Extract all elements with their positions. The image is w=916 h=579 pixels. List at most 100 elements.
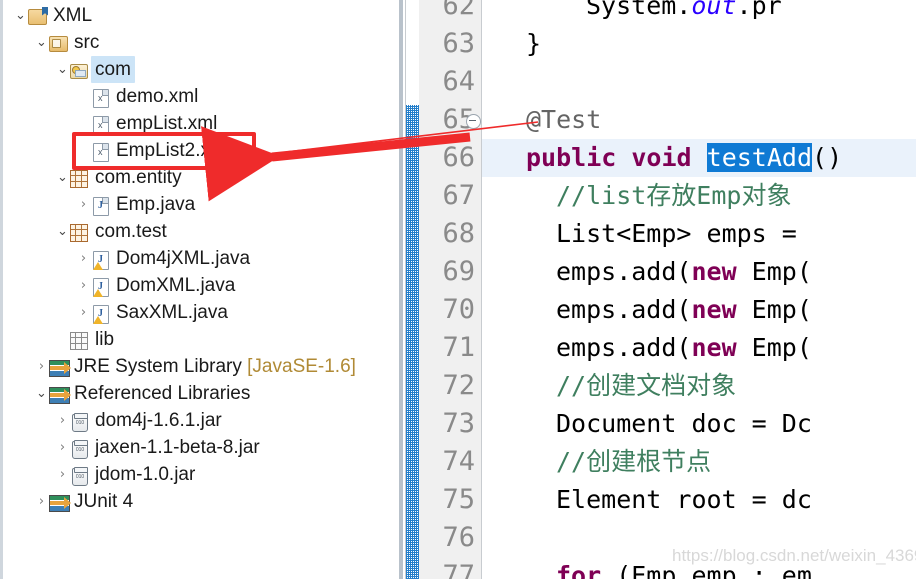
tree-item-emplist-xml[interactable]: empList.xml — [3, 110, 398, 137]
chevron-right-icon[interactable]: › — [76, 279, 91, 292]
chevron-right-icon[interactable]: › — [55, 414, 70, 427]
line-number: 71 — [442, 332, 475, 363]
code-line[interactable]: List<Emp> emps = — [556, 215, 812, 253]
tree-item-jaxen-1-1-beta-8-jar[interactable]: › jaxen-1.1-beta-8.jar — [3, 434, 398, 461]
code-line[interactable]: //list存放Emp对象 — [556, 177, 791, 215]
package-icon — [70, 60, 90, 80]
code-line[interactable]: //创建根节点 — [556, 443, 711, 481]
chevron-down-icon[interactable]: ⌄ — [55, 225, 70, 238]
xml-file-icon-glyph — [93, 115, 109, 135]
tree-item-jre-system-library-[interactable]: › JRE System Library [JavaSE-1.6] — [3, 353, 398, 380]
tree-item-domxml-java[interactable]: › DomXML.java — [3, 272, 398, 299]
tree-item-lib[interactable]: lib — [3, 326, 398, 353]
tree-item-junit-4[interactable]: › JUnit 4 — [3, 488, 398, 515]
tree-item-referenced-libraries[interactable]: ⌄ Referenced Libraries — [3, 380, 398, 407]
chevron-right-icon[interactable]: › — [76, 306, 91, 319]
code-token-plain: System. — [586, 0, 692, 20]
occurrence-marker-bar[interactable] — [406, 0, 419, 579]
java-file-icon-glyph — [93, 196, 109, 216]
tree-item-dom4j-1-6-1-jar[interactable]: › dom4j-1.6.1.jar — [3, 407, 398, 434]
line-number: 73 — [442, 408, 475, 439]
code-token-comment: //list存放Emp对象 — [556, 181, 792, 210]
code-line[interactable]: System.out.pr — [586, 0, 782, 25]
tree-item-emp-java[interactable]: › Emp.java — [3, 191, 398, 218]
package-grid-gray-icon-glyph — [70, 331, 88, 350]
tree-item-dom4jxml-java[interactable]: › Dom4jXML.java — [3, 245, 398, 272]
chevron-right-icon[interactable]: › — [34, 495, 49, 508]
java-project-icon-glyph — [28, 8, 47, 25]
tree-item-com-entity[interactable]: ⌄ com.entity — [3, 164, 398, 191]
tree-item-src[interactable]: ⌄ src — [3, 29, 398, 56]
code-token-keyword: public — [526, 143, 617, 172]
chevron-down-icon[interactable]: ⌄ — [13, 9, 28, 22]
code-text-area[interactable]: System.out.pr} @Test public void testAdd()… — [482, 0, 916, 579]
editor-left-scrollbar[interactable] — [398, 0, 406, 579]
tree-item-saxxml-java[interactable]: › SaxXML.java — [3, 299, 398, 326]
package-grid-icon-glyph — [70, 223, 88, 242]
library-icon-glyph — [49, 359, 71, 377]
tree-item-com-test[interactable]: ⌄ com.test — [3, 218, 398, 245]
chevron-down-icon[interactable]: ⌄ — [55, 63, 70, 76]
code-token-static: out — [691, 0, 737, 20]
java-file-icon — [91, 195, 111, 216]
code-token-keyword: new — [691, 333, 737, 362]
code-token-plain: emps.add( — [556, 257, 692, 286]
tree-item-label: JRE System Library [JavaSE-1.6] — [74, 356, 356, 377]
line-number: 70 — [442, 294, 475, 325]
tree-item-emplist2-xml[interactable]: EmpList2.xml — [3, 137, 398, 164]
chevron-right-icon[interactable]: › — [76, 252, 91, 265]
code-token-keyword: new — [691, 257, 737, 286]
tree-item-com[interactable]: ⌄ com — [3, 56, 398, 83]
xml-file-icon — [91, 114, 111, 135]
jar-icon-glyph — [72, 466, 88, 486]
jar-icon-glyph — [72, 412, 88, 432]
code-token-comment: //创建根节点 — [556, 447, 712, 476]
code-line[interactable]: emps.add(new Emp( — [556, 253, 812, 291]
tree-item-label: jaxen-1.1-beta-8.jar — [95, 437, 260, 458]
code-token-plain: emps.add( — [556, 295, 692, 324]
chevron-down-icon[interactable]: ⌄ — [34, 36, 49, 49]
tree-item-label: demo.xml — [116, 86, 199, 107]
tree-item-xml[interactable]: ⌄ XML — [3, 2, 398, 29]
chevron-down-icon[interactable]: ⌄ — [34, 387, 49, 400]
tree-item-label: DomXML.java — [116, 275, 236, 296]
project-tree[interactable]: ⌄ XML ⌄ src ⌄ com demo.xml empList.xml EmpList2.… — [3, 2, 398, 515]
tree-item-label: src — [74, 32, 100, 53]
tree-item-label: JUnit 4 — [74, 491, 134, 512]
tree-item-label: Referenced Libraries — [74, 383, 251, 404]
code-line[interactable]: @Test — [526, 101, 601, 139]
code-token-plain: Emp( — [736, 333, 812, 362]
tree-item-label: dom4j-1.6.1.jar — [95, 410, 222, 431]
code-line[interactable]: for (Emp emp : em — [556, 557, 812, 579]
package-grid-gray-icon — [70, 330, 90, 350]
jar-icon — [70, 465, 90, 486]
code-token-plain: Document doc = Dc — [556, 409, 812, 438]
chevron-right-icon[interactable]: › — [34, 360, 49, 373]
chevron-right-icon[interactable]: › — [55, 441, 70, 454]
chevron-down-icon[interactable]: ⌄ — [55, 171, 70, 184]
line-number: 67 — [442, 180, 475, 211]
tree-item-demo-xml[interactable]: demo.xml — [3, 83, 398, 110]
code-line[interactable]: emps.add(new Emp( — [556, 291, 812, 329]
eclipse-ide-window: ⌄ XML ⌄ src ⌄ com demo.xml empList.xml EmpList2.… — [0, 0, 916, 579]
code-line[interactable]: emps.add(new Emp( — [556, 329, 812, 367]
chevron-right-icon[interactable]: › — [76, 198, 91, 211]
line-number: 63 — [442, 28, 475, 59]
code-line[interactable]: //创建文档对象 — [556, 367, 736, 405]
code-line[interactable]: public void testAdd() — [526, 139, 842, 177]
chevron-right-icon[interactable]: › — [55, 468, 70, 481]
code-token-plain: emps.add( — [556, 333, 692, 362]
code-line[interactable]: Element root = dc — [556, 481, 812, 519]
code-fold-collapse-icon[interactable] — [466, 114, 481, 129]
line-number-gutter[interactable]: 62 63 64 65 66 67 68 69 70 71 72 73 74 75 76 77 — [419, 0, 482, 579]
library-icon-glyph — [49, 386, 71, 404]
code-line[interactable]: } — [526, 25, 541, 63]
code-token-plain: (Emp emp : em — [601, 561, 812, 579]
source-folder-icon-glyph — [49, 35, 68, 52]
code-line[interactable]: Document doc = Dc — [556, 405, 812, 443]
library-icon — [49, 492, 71, 512]
occurrence-marker-highlight — [406, 105, 419, 579]
tree-item-jdom-1-0-jar[interactable]: › jdom-1.0.jar — [3, 461, 398, 488]
library-icon — [49, 357, 71, 377]
